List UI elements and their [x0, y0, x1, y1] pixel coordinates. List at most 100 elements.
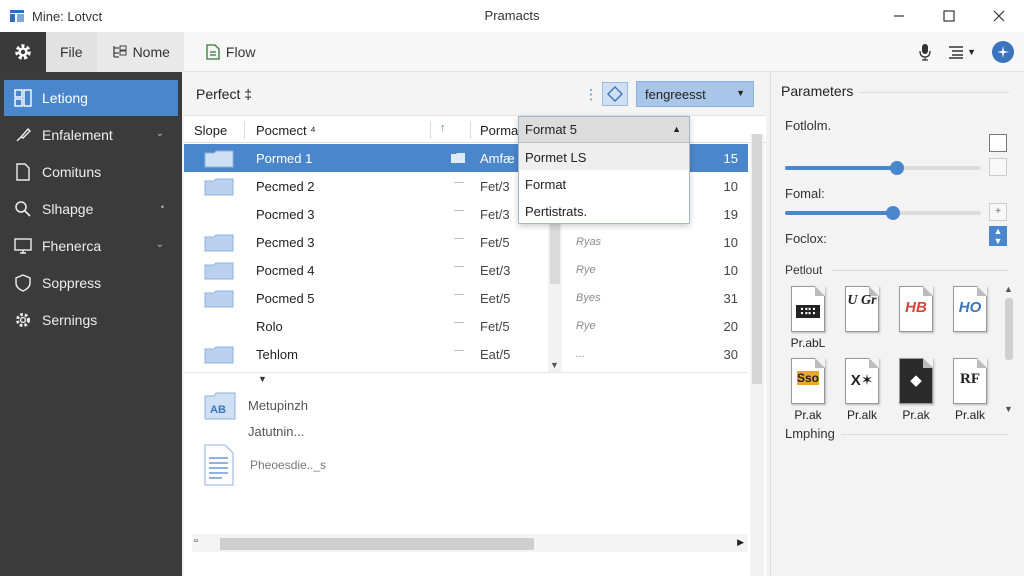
chevron-right-icon[interactable]: ▶ [737, 537, 744, 548]
tab-flow[interactable]: Flow [192, 32, 270, 72]
param-checkbox[interactable] [989, 134, 1007, 152]
row-checkbox[interactable] [454, 350, 464, 360]
tile-item[interactable]: X✶ Pr.alk [837, 358, 887, 422]
row-checkbox[interactable] [454, 266, 464, 276]
gear-icon [15, 43, 31, 60]
spinner-button[interactable]: ▲ ▼ [989, 226, 1007, 246]
row-count: 10 [723, 179, 738, 194]
param-slider[interactable] [785, 161, 981, 175]
scrollbar-thumb[interactable] [220, 538, 534, 550]
tile-item[interactable]: ∷∷ Pr.abL [783, 286, 833, 350]
tile-item[interactable]: RF Pr.alk [945, 358, 995, 422]
row-checkbox[interactable] [454, 238, 464, 248]
table-row[interactable]: Pocmed 5 Eet/5 Byes 31 [184, 284, 748, 312]
scroll-left-icon[interactable]: ▫ [194, 535, 198, 547]
avatar[interactable] [992, 41, 1014, 63]
layout-icon [14, 89, 32, 107]
sidebar-item-label: Sernings [42, 312, 98, 328]
sidebar-item-label: Fhenerca [42, 238, 102, 254]
row-checkbox[interactable] [454, 294, 464, 304]
table-row[interactable]: Tehlom Eat/5 ... 30 [184, 340, 748, 368]
sidebar-item-comituns[interactable]: Comituns [4, 154, 178, 190]
row-format: Eet/3 [480, 263, 511, 278]
param-box[interactable] [989, 158, 1007, 176]
plus-icon[interactable]: + [989, 203, 1007, 221]
page-title: Perfect ‡ [196, 86, 253, 102]
close-button[interactable] [974, 0, 1024, 32]
slider-knob[interactable] [889, 161, 904, 175]
chevron-up-icon[interactable]: ▲ [1004, 284, 1013, 294]
tree-icon [112, 45, 127, 58]
column-header-porma[interactable]: Porma [480, 123, 518, 138]
sidebar-item-letiong[interactable]: Letiong [4, 80, 178, 116]
file-icon [14, 163, 32, 181]
sidebar-item-slhapge[interactable]: Slhapge • [4, 191, 178, 227]
column-header-slope[interactable]: Slope [194, 123, 227, 138]
param-slider[interactable] [785, 206, 981, 220]
row-checkbox[interactable] [454, 210, 464, 220]
chevron-down-icon: ⌄ [155, 239, 164, 250]
param-label: Foclox: [785, 231, 827, 246]
tile-item[interactable]: HO [945, 286, 995, 336]
list-item-label: Pheoesdie.._s [250, 458, 327, 472]
tag-button[interactable] [602, 82, 628, 106]
tile-item[interactable]: U Gr [837, 286, 887, 336]
tile-item[interactable]: HB [891, 286, 941, 336]
maximize-button[interactable] [924, 0, 974, 32]
tiles-scrollbar[interactable]: ▲ ▼ [1003, 284, 1015, 414]
more-options-icon[interactable]: ⋮ [584, 86, 598, 103]
sidebar-item-soppress[interactable]: Soppress [4, 265, 178, 301]
chevron-down-icon[interactable]: ▼ [258, 374, 267, 384]
chevron-down-icon[interactable]: ▼ [550, 360, 559, 370]
folder-icon [204, 262, 234, 280]
sidebar-item-sernings[interactable]: Sernings [4, 302, 178, 338]
document-icon [206, 43, 220, 60]
row-type: Rye [576, 264, 596, 276]
list-view-dropdown[interactable]: ▼ [948, 45, 976, 59]
view-select[interactable]: fengreesst ▼ [636, 81, 754, 107]
dropdown-header[interactable]: Format 5 ▲ [519, 117, 689, 143]
row-format: Fet/3 [480, 179, 510, 194]
table-row[interactable]: Pocmed 4 Eet/3 Rye 10 [184, 256, 748, 284]
chevron-down-icon: ▼ [736, 88, 745, 98]
dark-file-icon: ◆ [899, 358, 933, 404]
column-header-pocmect[interactable]: Pocmect ⁴ [256, 123, 316, 138]
tile-item[interactable]: ◆ Pr.ak [891, 358, 941, 422]
row-type: Rye [576, 320, 596, 332]
scrollbar-thumb[interactable] [752, 134, 762, 384]
row-format: Fet/5 [480, 235, 510, 250]
horizontal-scrollbar[interactable]: ▫ ▶ [192, 534, 748, 552]
toolbar: File Nome Flow ▼ [0, 31, 1024, 72]
shield-icon [14, 274, 32, 292]
row-checkbox[interactable] [454, 322, 464, 332]
parameters-panel: Parameters Fotlolm. Fomal: + Foclox: ▲ ▼ … [770, 72, 1024, 576]
app-icon [10, 10, 24, 22]
tab-file[interactable]: File [46, 31, 97, 72]
dropdown-option[interactable]: Pertistrats. [519, 197, 689, 224]
format-dropdown[interactable]: Format 5 ▲ Pormet LS Format Pertistrats. [518, 116, 690, 224]
scrollbar-thumb[interactable] [1005, 298, 1013, 360]
tab-nome[interactable]: Nome [96, 31, 184, 72]
dropdown-option[interactable]: Pormet LS [519, 143, 689, 170]
hd-file-icon: HO [953, 286, 987, 332]
minimize-button[interactable] [874, 0, 924, 32]
settings-button[interactable] [0, 31, 46, 72]
dropdown-header-label: Format 5 [525, 122, 578, 137]
table-row[interactable]: Rolo Fet/5 Rye 20 [184, 312, 748, 340]
row-count: 31 [723, 291, 738, 306]
chevron-down-icon[interactable]: ▼ [1004, 404, 1013, 414]
row-name: Pormed 1 [256, 151, 313, 166]
sidebar-item-fhenerca[interactable]: Fhenerca ⌄ [4, 228, 178, 264]
table-row[interactable]: Pecmed 3 Fet/5 Ryas 10 [184, 228, 748, 256]
main-scrollbar[interactable]: ▼ [750, 134, 764, 576]
row-checkbox[interactable] [454, 182, 464, 192]
tile-item[interactable]: Sso Pr.ak [783, 358, 833, 422]
dropdown-option[interactable]: Format [519, 170, 689, 197]
slider-knob[interactable] [885, 206, 900, 220]
microphone-icon[interactable] [918, 43, 932, 61]
sidebar-item-enfalement[interactable]: Enfalement ⌄ [4, 117, 178, 153]
sort-arrow-icon[interactable]: ↑ [440, 122, 446, 134]
rf-file-icon: RF [953, 358, 987, 404]
tile-label: Pr.alk [954, 408, 985, 422]
pin-icon: • [160, 202, 164, 212]
